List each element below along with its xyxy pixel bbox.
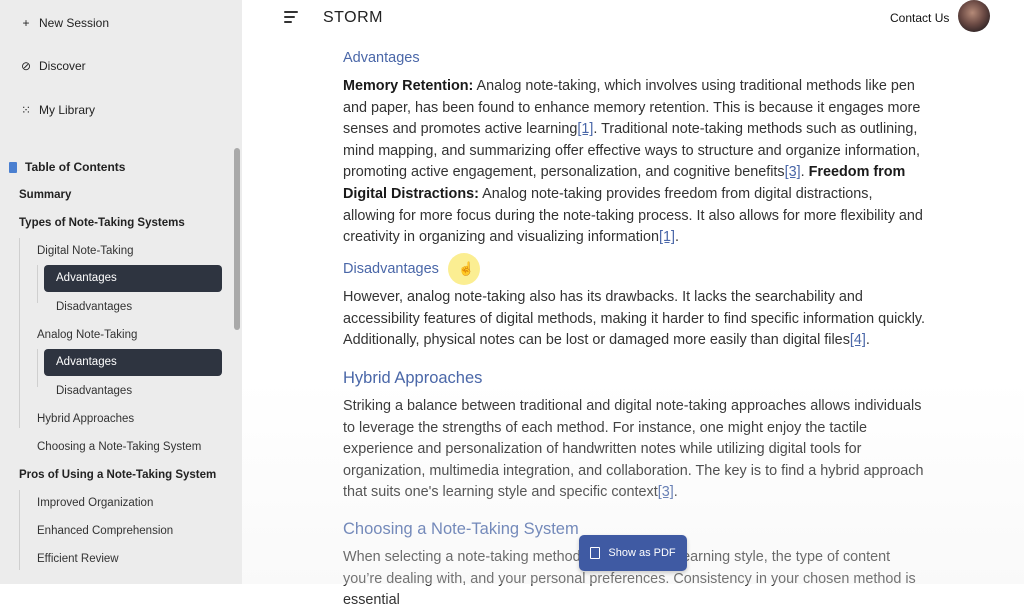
toc-guide-line: [19, 238, 20, 428]
toc-guide-line: [19, 490, 20, 570]
section-heading-choosing: Choosing a Note-Taking System: [343, 520, 579, 538]
text: However, analog note-taking also has its…: [343, 289, 926, 349]
toc-item-analog[interactable]: Analog Note-Taking: [37, 329, 137, 341]
new-session-label: New Session: [39, 16, 110, 30]
citation-link[interactable]: [1]: [659, 229, 675, 245]
toc-guide-line: [37, 349, 38, 387]
toc-item-choosing[interactable]: Choosing a Note-Taking System: [37, 441, 201, 453]
toc-item-analog-disadvantages[interactable]: Disadvantages: [56, 385, 132, 397]
avatar[interactable]: [958, 0, 990, 32]
text: .: [865, 332, 870, 349]
my-library-label: My Library: [39, 103, 96, 117]
toc-item-digital[interactable]: Digital Note-Taking: [37, 245, 134, 257]
toc-item-types[interactable]: Types of Note-Taking Systems: [19, 217, 185, 229]
discover-label: Discover: [39, 59, 86, 73]
toc-title-label: Table of Contents: [25, 160, 126, 174]
section-heading-hybrid: Hybrid Approaches: [343, 369, 483, 387]
toc-item-hybrid[interactable]: Hybrid Approaches: [37, 413, 134, 425]
my-library-button[interactable]: ⁙ My Library: [19, 103, 95, 117]
pdf-file-icon: [590, 547, 601, 559]
pointer-cursor-icon: ☝: [458, 261, 475, 276]
text: .: [674, 229, 679, 246]
toc-item-digital-disadvantages[interactable]: Disadvantages: [56, 301, 132, 313]
show-as-pdf-label: Show as PDF: [608, 547, 676, 559]
toc-item-improved-organization[interactable]: Improved Organization: [37, 497, 153, 509]
advantages-paragraph: Memory Retention: Analog note-taking, wh…: [343, 76, 928, 249]
grid-icon: ⁙: [20, 103, 32, 117]
show-as-pdf-button[interactable]: Show as PDF: [579, 535, 687, 571]
toc-item-enhanced-comprehension[interactable]: Enhanced Comprehension: [37, 525, 173, 537]
sidebar-scrollbar[interactable]: [234, 148, 240, 330]
citation-link[interactable]: [3]: [785, 164, 801, 180]
toc-title: Table of Contents: [9, 160, 125, 174]
section-heading-disadvantages: Disadvantages: [343, 261, 439, 277]
sidebar: + New Session ⊘ Discover ⁙ My Library Ta…: [0, 0, 242, 584]
memory-retention-term: Memory Retention:: [343, 78, 474, 94]
citation-link[interactable]: [3]: [658, 484, 674, 500]
toc-item-analog-advantages[interactable]: Advantages: [44, 349, 222, 376]
toc-item-summary[interactable]: Summary: [19, 189, 71, 201]
text: Striking a balance between traditional a…: [343, 398, 924, 501]
plus-icon: +: [22, 16, 30, 30]
hybrid-paragraph: Striking a balance between traditional a…: [343, 396, 928, 504]
toc-item-pros[interactable]: Pros of Using a Note-Taking System: [19, 469, 216, 481]
toc-guide-line: [37, 265, 38, 303]
citation-link[interactable]: [1]: [577, 121, 593, 137]
discover-button[interactable]: ⊘ Discover: [19, 59, 86, 73]
compass-icon: ⊘: [20, 59, 32, 73]
disadvantages-paragraph: However, analog note-taking also has its…: [343, 287, 928, 352]
section-heading-advantages: Advantages: [343, 50, 420, 66]
text: .: [800, 164, 809, 181]
toc-item-efficient-review[interactable]: Efficient Review: [37, 553, 119, 565]
citation-link[interactable]: [4]: [850, 332, 866, 348]
contact-us-link[interactable]: Contact Us: [890, 11, 949, 25]
menu-icon[interactable]: [284, 11, 298, 23]
new-session-button[interactable]: + New Session: [19, 16, 109, 30]
toc-item-digital-advantages[interactable]: Advantages: [44, 265, 222, 292]
text: .: [673, 484, 678, 501]
bookmark-icon: [9, 161, 17, 173]
app-title: STORM: [323, 9, 383, 26]
